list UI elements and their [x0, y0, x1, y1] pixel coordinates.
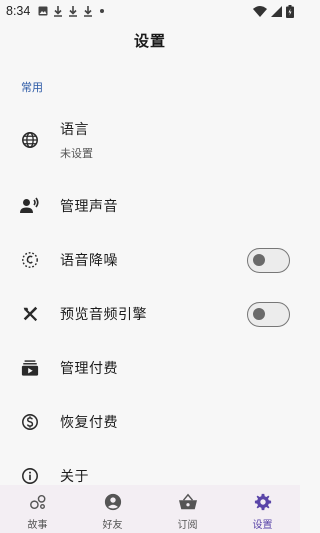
system-icons [253, 4, 294, 18]
setting-manage-payment[interactable]: 管理付费 [0, 342, 300, 394]
battery-icon [286, 4, 294, 18]
setting-noise-reduction-label: 语音降噪 [60, 253, 118, 269]
setting-language-value: 未设置 [60, 147, 93, 160]
setting-restore-payment[interactable]: 恢复付费 [0, 396, 300, 448]
setting-language-label: 语言 [60, 122, 89, 138]
nav-friends-label: 好友 [102, 520, 123, 531]
nav-friends[interactable]: 好友 [75, 485, 150, 533]
wifi-icon [253, 5, 267, 17]
tools-icon [20, 304, 40, 324]
app-header: 设置 [0, 22, 300, 58]
subscriptions-icon [20, 358, 40, 378]
account-icon [104, 492, 122, 512]
setting-noise-reduction[interactable]: 语音降噪 [0, 234, 300, 286]
section-header: 常用 [21, 81, 43, 94]
noise-reduction-icon [20, 250, 40, 270]
status-bar: 8:34 [0, 0, 300, 22]
page-title: 设置 [133, 31, 166, 50]
setting-restore-payment-label: 恢复付费 [60, 415, 118, 431]
signal-icon [271, 5, 282, 17]
setting-preview-audio-engine-label: 预览音频引擎 [60, 307, 147, 323]
setting-manage-voices-label: 管理声音 [60, 199, 118, 215]
bubbles-icon [29, 492, 47, 512]
setting-manage-voices[interactable]: 管理声音 [0, 180, 300, 232]
setting-manage-payment-label: 管理付费 [60, 361, 118, 377]
setting-about-label: 关于 [60, 469, 89, 485]
toggle-knob [253, 307, 265, 320]
notification-icons [38, 5, 105, 17]
dollar-circle-icon [20, 412, 40, 432]
setting-preview-audio-engine[interactable]: 预览音频引擎 [0, 288, 300, 340]
image-notification-icon [38, 6, 48, 16]
nav-settings[interactable]: 设置 [225, 485, 300, 533]
setting-language[interactable]: 语言 未设置 [0, 114, 300, 166]
speaking-person-icon [20, 196, 40, 216]
nav-settings-label: 设置 [252, 520, 273, 531]
toggle-knob [253, 253, 265, 266]
status-time: 8:34 [6, 4, 31, 18]
preview-audio-engine-toggle[interactable] [247, 301, 290, 327]
more-notifications-dot [100, 9, 105, 13]
globe-icon [20, 130, 40, 150]
nav-stories-label: 故事 [27, 520, 48, 531]
download-icon [84, 5, 93, 17]
nav-stories[interactable]: 故事 [0, 485, 75, 533]
bottom-navigation: 故事 好友 订阅 设置 [0, 485, 300, 533]
gear-icon [254, 492, 272, 512]
basket-icon [178, 492, 198, 512]
nav-subscribe[interactable]: 订阅 [150, 485, 225, 533]
noise-reduction-toggle[interactable] [247, 247, 290, 273]
nav-subscribe-label: 订阅 [177, 520, 198, 531]
download-icon [54, 5, 63, 17]
info-icon [20, 466, 40, 486]
download-icon [69, 5, 78, 17]
